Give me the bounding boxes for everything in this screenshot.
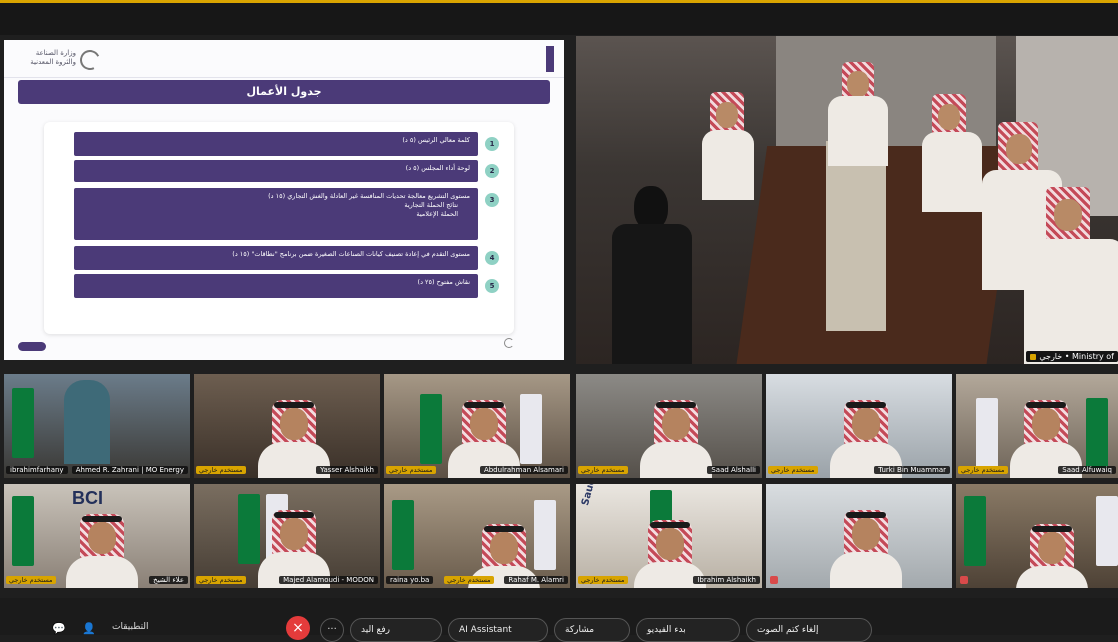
participant-tile[interactable] <box>766 484 952 588</box>
participant-extra: raina yo.ba <box>386 576 434 584</box>
main-video-name: Ministry of <box>1072 352 1114 361</box>
muted-mic-icon <box>960 576 968 584</box>
apps-button[interactable]: التطبيقات <box>112 622 149 632</box>
share-button[interactable]: مشاركة <box>554 618 630 642</box>
agenda-number-2: 2 <box>485 164 499 178</box>
participant-name: Saad Alshalli <box>707 466 760 474</box>
main-video-role: خارجي <box>1039 352 1063 361</box>
unmute-button[interactable]: إلغاء كتم الصوت <box>746 618 872 642</box>
agenda-item-3: مستوى التشريع معالجة تحديات المنافسة غير… <box>74 188 478 240</box>
more-options-button[interactable]: ··· <box>320 618 344 642</box>
participant-name: Yasser Alshaikh <box>316 466 378 474</box>
main-speaker-video[interactable]: خارجي • Ministry of <box>576 36 1118 364</box>
participant-role: مستخدم خارجي <box>196 576 246 584</box>
footer-logo-icon <box>504 338 514 348</box>
agenda-item-text: كلمة معالي الرئيس (٥ د) <box>402 136 470 144</box>
participant-role: مستخدم خارجي <box>6 576 56 584</box>
main-video-label: خارجي • Ministry of <box>1026 351 1118 362</box>
slide-accent-bar <box>546 46 554 72</box>
participant-name: Majed Alamoudi - MODON <box>279 576 378 584</box>
agenda-subitem: الحملة الإعلامية <box>416 210 458 218</box>
participant-tile[interactable]: مستخدم خارجي Saad Alfuwaiq <box>956 374 1118 478</box>
chat-icon[interactable]: 💬 <box>52 622 66 635</box>
participant-name: Saad Alfuwaiq <box>1058 466 1116 474</box>
participant-tile[interactable]: Saudi Ce مستخدم خارجي Ibrahim Alshaikh <box>576 484 762 588</box>
participants-icon[interactable]: 👤 <box>82 622 96 635</box>
slide-header-divider <box>4 77 564 78</box>
agenda-number-1: 1 <box>485 137 499 151</box>
participant-tile[interactable]: مستخدم خارجي Abdulrahman Alsamari <box>384 374 570 478</box>
flag-icon <box>392 500 414 570</box>
participant-role: مستخدم خارجي <box>768 466 818 474</box>
participant-tile[interactable]: مستخدم خارجي Majed Alamoudi - MODON <box>194 484 380 588</box>
participant-name: Abdulrahman Alsamari <box>479 466 568 474</box>
raise-hand-button[interactable]: رفع اليد <box>350 618 442 642</box>
agenda-item-text: مستوى التشريع معالجة تحديات المنافسة غير… <box>268 192 470 200</box>
agenda-item-text: مستوى التقدم في إعادة تصنيف كيانات الصنا… <box>232 250 470 258</box>
flag-icon <box>1096 496 1118 566</box>
tower-image <box>64 380 110 464</box>
participant-role: مستخدم خارجي <box>578 576 628 584</box>
start-video-button[interactable]: بدء الفيديو <box>636 618 740 642</box>
participant-tile[interactable]: BCI مستخدم خارجي علاء الشيخ <box>4 484 190 588</box>
participant-name: Turki Bin Muammar <box>874 466 950 474</box>
participant-tile[interactable] <box>956 484 1118 588</box>
muted-mic-icon <box>770 576 778 584</box>
participant-tile[interactable]: مستخدم خارجي Turki Bin Muammar <box>766 374 952 478</box>
logo-mark-icon <box>77 47 103 73</box>
ai-assistant-button[interactable]: AI Assistant <box>448 618 548 642</box>
agenda-number-5: 5 <box>485 279 499 293</box>
agenda-item-text: لوحة أداء المجلس (٥ د) <box>405 164 470 172</box>
meeting-top-bar <box>0 3 1118 35</box>
logo-text-line2: والثروة المعدنية <box>30 58 76 66</box>
agenda-item-1: كلمة معالي الرئيس (٥ د) <box>74 132 478 156</box>
ministry-logo: وزارة الصناعة والثروة المعدنية <box>18 47 108 74</box>
participant-role: مستخدم خارجي <box>196 466 246 474</box>
end-call-button[interactable]: × <box>286 616 310 640</box>
participant-tile[interactable]: مستخدم خارجي Saad Alshalli <box>576 374 762 478</box>
participant-tile[interactable]: ibrahimfarhany Ahmed R. Zahrani | MO Ene… <box>4 374 190 478</box>
participant-name: ibrahimfarhany <box>6 466 68 474</box>
agenda-number-3: 3 <box>485 193 499 207</box>
participant-tile[interactable]: raina yo.ba مستخدم خارجي Rahaf M. Alamri <box>384 484 570 588</box>
slide-page-pill <box>18 342 46 351</box>
flag-icon <box>420 394 442 464</box>
agenda-subitem: نتائج الحملة التجارية <box>404 201 458 209</box>
agenda-card: كلمة معالي الرئيس (٥ د) 1 لوحة أداء المج… <box>44 122 514 334</box>
participant-role: مستخدم خارجي <box>578 466 628 474</box>
flag-icon <box>12 496 34 566</box>
agenda-item-4: مستوى التقدم في إعادة تصنيف كيانات الصنا… <box>74 246 478 270</box>
bci-logo: BCI <box>72 488 103 508</box>
participant-name: Ibrahim Alshaikh <box>693 576 760 584</box>
participant-tile[interactable]: مستخدم خارجي Yasser Alshaikh <box>194 374 380 478</box>
agenda-item-2: لوحة أداء المجلس (٥ د) <box>74 160 478 182</box>
slide-title: جدول الأعمال <box>18 80 550 104</box>
agenda-number-4: 4 <box>485 251 499 265</box>
participant-role: مستخدم خارجي <box>386 466 436 474</box>
slide-footer-logo <box>504 338 514 348</box>
flag-icon <box>976 398 998 468</box>
participant-role: مستخدم خارجي <box>958 466 1008 474</box>
logo-text-line1: وزارة الصناعة <box>35 49 76 57</box>
flag-icon <box>964 496 986 566</box>
role-badge-icon <box>1030 353 1037 360</box>
agenda-item-text: نقاش مفتوح (٢٥ د) <box>417 278 470 286</box>
participant-name: علاء الشيخ <box>149 576 188 584</box>
flag-icon <box>12 388 34 458</box>
agenda-item-5: نقاش مفتوح (٢٥ د) <box>74 274 478 298</box>
participant-extra: Ahmed R. Zahrani | MO Energy <box>71 466 188 474</box>
flag-icon <box>1086 398 1108 468</box>
participant-name: Rahaf M. Alamri <box>504 576 568 584</box>
participant-role: مستخدم خارجي <box>444 576 494 584</box>
table-runner <box>826 141 886 331</box>
shared-presentation-slide: وزارة الصناعة والثروة المعدنية جدول الأع… <box>4 40 564 360</box>
